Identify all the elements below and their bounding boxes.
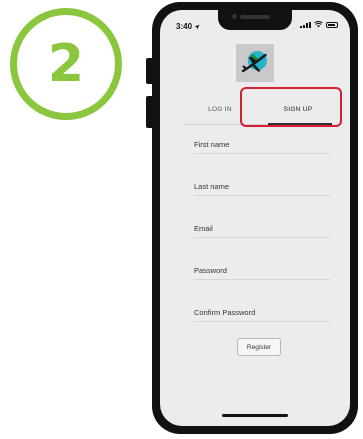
last-name-field[interactable]: Last name [194,182,330,196]
password-field[interactable]: Password [194,266,330,280]
status-time: 3:40 [176,22,200,31]
status-icons [300,21,338,28]
last-name-underline [194,195,330,196]
signal-icon [300,22,311,28]
password-label: Password [194,266,227,275]
email-label: Email [194,224,213,233]
app-logo [236,44,274,82]
phone-notch [218,10,292,30]
first-name-label: First name [194,140,230,149]
battery-icon [326,22,338,28]
last-name-label: Last name [194,182,230,191]
password-underline [194,279,330,280]
location-arrow-icon [194,24,200,30]
sign-up-highlight-box [240,87,342,127]
status-time-text: 3:40 [176,22,193,31]
email-field[interactable]: Email [194,224,330,238]
front-camera [232,14,237,19]
phone-screen: 3:40 LOG IN SIGN UP First name Last name… [160,10,350,426]
airplane-over-globe-icon [241,51,267,73]
confirm-password-underline [194,321,330,322]
phone-frame: 3:40 LOG IN SIGN UP First name Last name… [152,2,358,434]
step-number: 2 [47,34,85,94]
earpiece-speaker [240,15,270,19]
email-underline [194,237,330,238]
register-button[interactable]: Register [237,338,281,356]
first-name-underline [194,153,330,154]
first-name-field[interactable]: First name [194,140,330,154]
step-badge: 2 [10,8,122,120]
home-indicator [222,414,288,417]
confirm-password-label: Confirm Password [194,308,256,317]
wifi-icon [314,21,323,28]
confirm-password-field[interactable]: Confirm Password [194,308,330,322]
